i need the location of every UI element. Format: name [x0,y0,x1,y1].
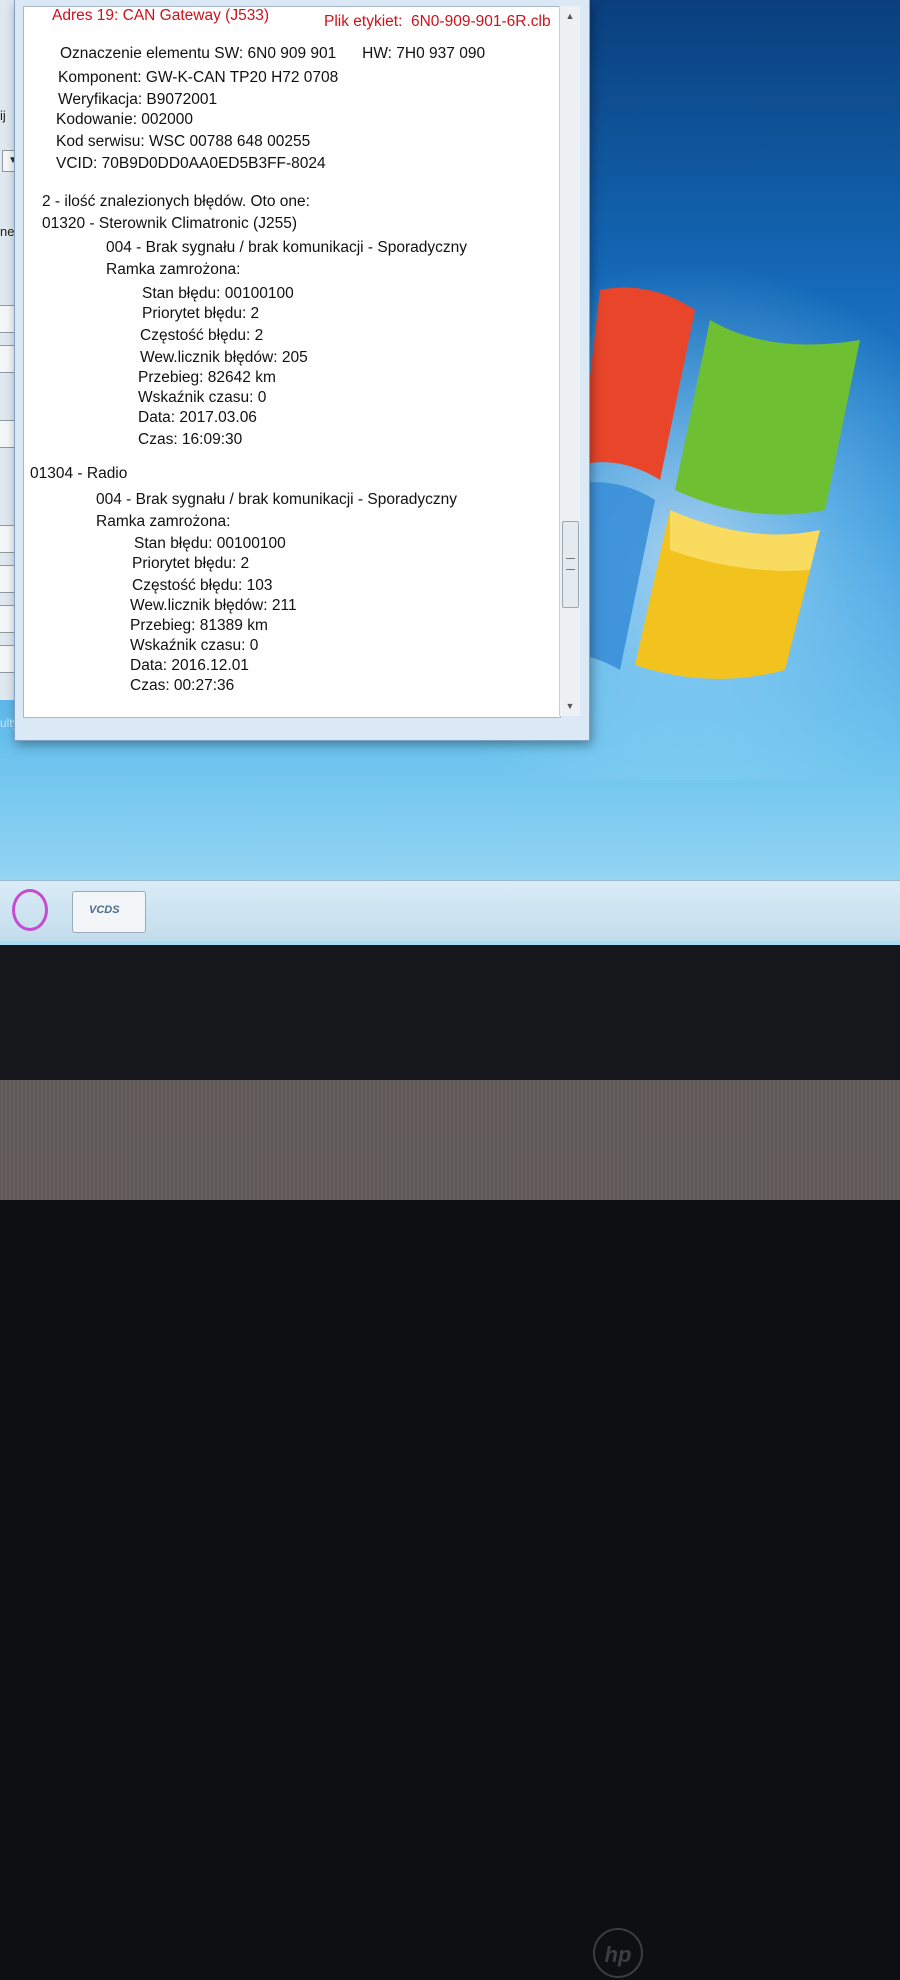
background-app-field[interactable] [0,605,15,633]
fault-description: 004 - Brak sygnału / brak komunikacji - … [96,491,457,508]
fault-description: 004 - Brak sygnału / brak komunikacji - … [106,239,467,256]
keyboard-deck [0,1080,900,1200]
report-line: Komponent: GW-K-CAN TP20 H72 0708 [58,69,339,86]
hp-logo: hp [593,1928,643,1978]
report-line: Priorytet błędu: 2 [132,555,250,572]
background-app-field[interactable] [0,525,15,553]
fault-count: 2 - ilość znalezionych błędów. Oto one: [42,193,310,210]
background-app-field[interactable] [0,345,15,373]
report-line: Wskaźnik czasu: 0 [138,389,267,406]
report-line: Data: 2017.03.06 [138,409,257,426]
background-app-field[interactable] [0,420,15,448]
report-line: VCID: 70B9D0DD0AA0ED5B3FF-8024 [56,155,326,172]
report-line: Czas: 00:27:36 [130,677,235,694]
report-line: Weryfikacja: B9072001 [58,91,218,108]
taskbar: VCDS [0,880,900,941]
windows-logo-icon [560,287,860,679]
freeze-frame-label: Ramka zamrożona: [106,261,241,278]
fault-report-textarea[interactable]: Adres 19: CAN Gateway (J533) Plik etykie… [23,6,561,718]
background-app-field[interactable] [0,565,15,593]
report-line: Częstość błędu: 2 [140,327,264,344]
label-file: Plik etykiet: 6N0-909-901-6R.clb [324,13,551,30]
taskbar-item-vcds[interactable]: VCDS [72,891,146,933]
report-line: Stan błędu: 00100100 [142,285,294,302]
report-line: Priorytet błędu: 2 [142,305,260,322]
laptop-bezel: hp [0,945,900,1978]
report-line: Wskaźnik czasu: 0 [130,637,259,654]
grip-icon [566,558,575,570]
background-app-field[interactable] [0,645,15,673]
report-line: Wew.licznik błędów: 205 [140,349,308,366]
scroll-thumb[interactable] [562,521,579,608]
report-line: Wew.licznik błędów: 211 [130,597,297,614]
report-line: Stan błędu: 00100100 [134,535,286,552]
fault-code: 01304 - Radio [30,465,128,482]
vcds-report-window: Adres 19: CAN Gateway (J533) Plik etykie… [14,0,590,741]
start-button[interactable] [12,889,48,931]
report-line: Kodowanie: 002000 [56,111,194,128]
report-line: Przebieg: 82642 km [138,369,276,386]
report-line: Częstość błędu: 103 [132,577,273,594]
freeze-frame-label: Ramka zamrożona: [96,513,231,530]
report-line: Oznaczenie elementu SW: 6N0 909 901 HW: … [60,45,486,62]
vcds-app-icon: VCDS [89,904,120,916]
report-line: Przebieg: 81389 km [130,617,268,634]
report-line: Czas: 16:09:30 [138,431,243,448]
scroll-down-icon[interactable]: ▼ [560,696,580,716]
report-line: Data: 2016.12.01 [130,657,249,674]
vertical-scrollbar[interactable]: ▲ ▼ [559,6,580,716]
desktop-screen: ij ▼ nej ulty Adres 19: CAN Gateway (J53… [0,0,900,945]
address-title: Adres 19: CAN Gateway (J533) [52,7,270,24]
background-app-label: ij [0,108,6,123]
report-line: Kod serwisu: WSC 00788 648 00255 [56,133,311,150]
scroll-up-icon[interactable]: ▲ [560,6,580,26]
background-app-field[interactable] [0,305,15,333]
fault-code: 01320 - Sterownik Climatronic (J255) [42,215,297,232]
